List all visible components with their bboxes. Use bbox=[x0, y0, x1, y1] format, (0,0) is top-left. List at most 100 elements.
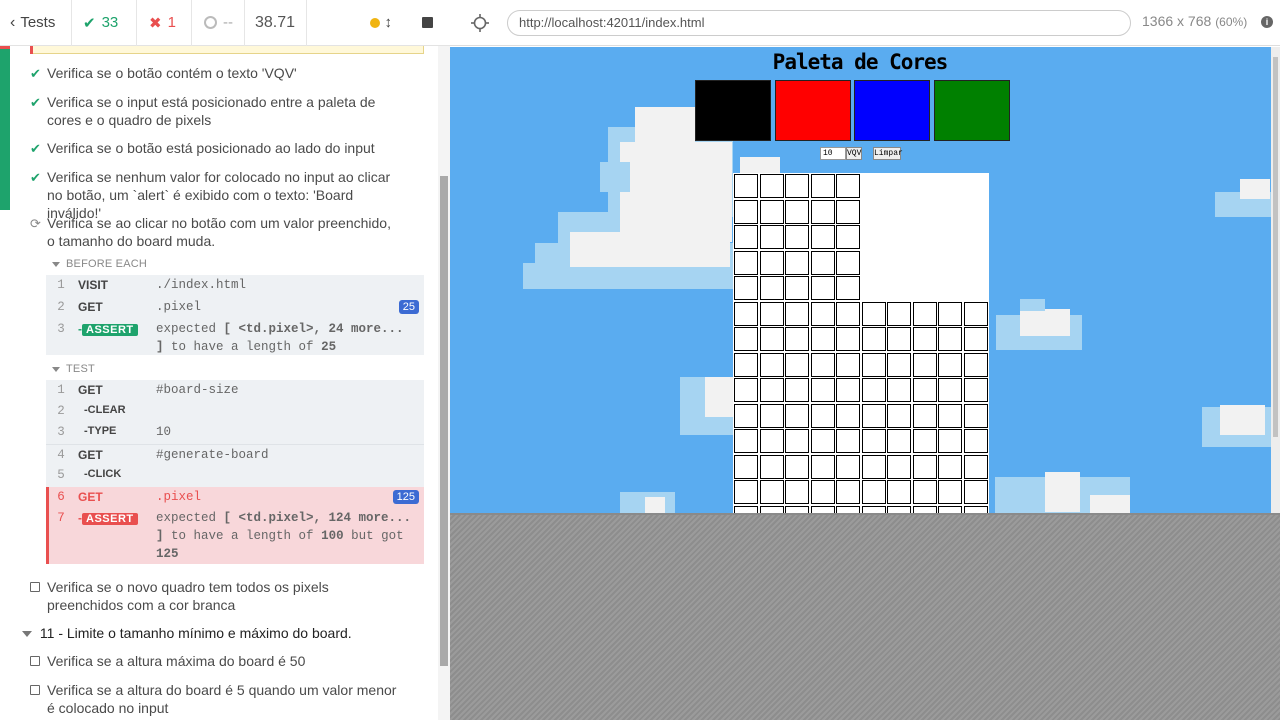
pixel[interactable] bbox=[785, 174, 809, 198]
pixel[interactable] bbox=[938, 301, 962, 326]
pixel[interactable] bbox=[734, 429, 758, 453]
pixel[interactable] bbox=[734, 250, 758, 275]
pixel[interactable] bbox=[836, 225, 860, 249]
pixel[interactable] bbox=[861, 505, 886, 513]
pixel[interactable] bbox=[861, 378, 886, 402]
test-item[interactable]: ✔ Verifica se o input está posicionado e… bbox=[30, 93, 410, 129]
back-to-tests-button[interactable]: ‹ Tests bbox=[0, 0, 72, 46]
pixel[interactable] bbox=[734, 225, 758, 249]
pixel[interactable] bbox=[810, 174, 835, 198]
pixel[interactable] bbox=[759, 327, 784, 351]
pixel[interactable] bbox=[759, 174, 784, 198]
pixel[interactable] bbox=[861, 454, 886, 479]
pixel[interactable] bbox=[759, 429, 784, 453]
pixel[interactable] bbox=[836, 378, 860, 402]
palette-color-green[interactable] bbox=[934, 80, 1010, 141]
test-item[interactable]: Verifica se o novo quadro tem todos os p… bbox=[30, 578, 410, 614]
pixel[interactable] bbox=[912, 454, 937, 479]
palette-color-blue[interactable] bbox=[854, 80, 930, 141]
pixel[interactable] bbox=[963, 454, 988, 479]
pixel[interactable] bbox=[785, 378, 809, 402]
pixel[interactable] bbox=[785, 199, 809, 224]
pixel[interactable] bbox=[963, 352, 988, 377]
stop-icon[interactable] bbox=[422, 17, 433, 28]
command-row[interactable]: 2 GET .pixel 25 bbox=[46, 297, 424, 318]
test-hook-title[interactable]: TEST bbox=[52, 363, 95, 375]
suite-title[interactable]: 11 - Limite o tamanho mínimo e máximo do… bbox=[22, 625, 352, 641]
pixel[interactable] bbox=[734, 352, 758, 377]
pixel[interactable] bbox=[759, 378, 784, 402]
pixel[interactable] bbox=[734, 505, 758, 513]
pixel[interactable] bbox=[759, 480, 784, 504]
pixel[interactable] bbox=[938, 429, 962, 453]
failed-count-filter[interactable]: ✖ 1 bbox=[137, 0, 192, 46]
command-row[interactable]: 3 -TYPE 10 bbox=[46, 422, 424, 443]
clear-board-button[interactable]: Limpar bbox=[873, 147, 903, 160]
pixel[interactable] bbox=[810, 505, 835, 513]
test-item[interactable]: Verifica se a altura máxima do board é 5… bbox=[30, 652, 410, 670]
pixel[interactable] bbox=[912, 301, 937, 326]
info-icon[interactable]: i bbox=[1261, 16, 1273, 28]
auto-scroll-toggle[interactable]: ↕ bbox=[369, 14, 392, 31]
pixel[interactable] bbox=[759, 505, 784, 513]
pixel[interactable] bbox=[938, 505, 962, 513]
pixel[interactable] bbox=[836, 429, 860, 453]
pixel[interactable] bbox=[785, 352, 809, 377]
pixel[interactable] bbox=[810, 327, 835, 351]
pixel[interactable] bbox=[810, 225, 835, 249]
command-row-assert[interactable]: 3 - ASSERT expected [ <td.pixel>, 24 more… bbox=[46, 319, 424, 357]
pixel[interactable] bbox=[785, 301, 809, 326]
pixel[interactable] bbox=[887, 454, 911, 479]
pixel[interactable] bbox=[938, 403, 962, 428]
pixel[interactable] bbox=[759, 250, 784, 275]
pixel[interactable] bbox=[785, 403, 809, 428]
test-item[interactable]: ✔ Verifica se o botão está posicionado a… bbox=[30, 139, 410, 157]
reporter-scroll-thumb[interactable] bbox=[440, 176, 448, 666]
pixel[interactable] bbox=[963, 480, 988, 504]
pixel[interactable] bbox=[785, 429, 809, 453]
pixel[interactable] bbox=[734, 378, 758, 402]
pixel[interactable] bbox=[810, 301, 835, 326]
pixel[interactable] bbox=[887, 403, 911, 428]
pixel[interactable] bbox=[836, 403, 860, 428]
pixel[interactable] bbox=[734, 276, 758, 300]
pixel[interactable] bbox=[734, 199, 758, 224]
pixel[interactable] bbox=[912, 327, 937, 351]
pixel[interactable] bbox=[887, 378, 911, 402]
pixel[interactable] bbox=[810, 403, 835, 428]
pixel[interactable] bbox=[810, 429, 835, 453]
pixel[interactable] bbox=[810, 250, 835, 275]
test-item-running[interactable]: ⟳ Verifica se ao clicar no botão com um … bbox=[30, 214, 410, 250]
pixel[interactable] bbox=[887, 352, 911, 377]
pixel[interactable] bbox=[759, 352, 784, 377]
pixel[interactable] bbox=[734, 454, 758, 479]
pixel[interactable] bbox=[810, 276, 835, 300]
pixel[interactable] bbox=[759, 199, 784, 224]
pixel[interactable] bbox=[759, 301, 784, 326]
pixel[interactable] bbox=[836, 480, 860, 504]
pixel[interactable] bbox=[861, 301, 886, 326]
pixel[interactable] bbox=[836, 276, 860, 300]
selector-playground-icon[interactable] bbox=[470, 13, 490, 33]
pixel[interactable] bbox=[887, 327, 911, 351]
pixel[interactable] bbox=[963, 301, 988, 326]
pixel[interactable] bbox=[963, 403, 988, 428]
pixel[interactable] bbox=[785, 250, 809, 275]
pending-count-filter[interactable]: -- bbox=[192, 0, 245, 46]
pixel[interactable] bbox=[785, 480, 809, 504]
board-size-input[interactable]: 10 bbox=[820, 147, 846, 160]
pixel[interactable] bbox=[836, 327, 860, 351]
pixel[interactable] bbox=[810, 454, 835, 479]
pixel[interactable] bbox=[836, 174, 860, 198]
pixel[interactable] bbox=[810, 378, 835, 402]
pixel[interactable] bbox=[759, 403, 784, 428]
pixel[interactable] bbox=[861, 327, 886, 351]
pixel[interactable] bbox=[785, 505, 809, 513]
pixel[interactable] bbox=[887, 301, 911, 326]
pixel[interactable] bbox=[963, 327, 988, 351]
pixel[interactable] bbox=[734, 327, 758, 351]
pixel[interactable] bbox=[785, 276, 809, 300]
pixel[interactable] bbox=[887, 505, 911, 513]
generate-board-button[interactable]: VQV bbox=[846, 147, 862, 160]
command-row[interactable]: 1 GET #board-size bbox=[46, 380, 424, 401]
